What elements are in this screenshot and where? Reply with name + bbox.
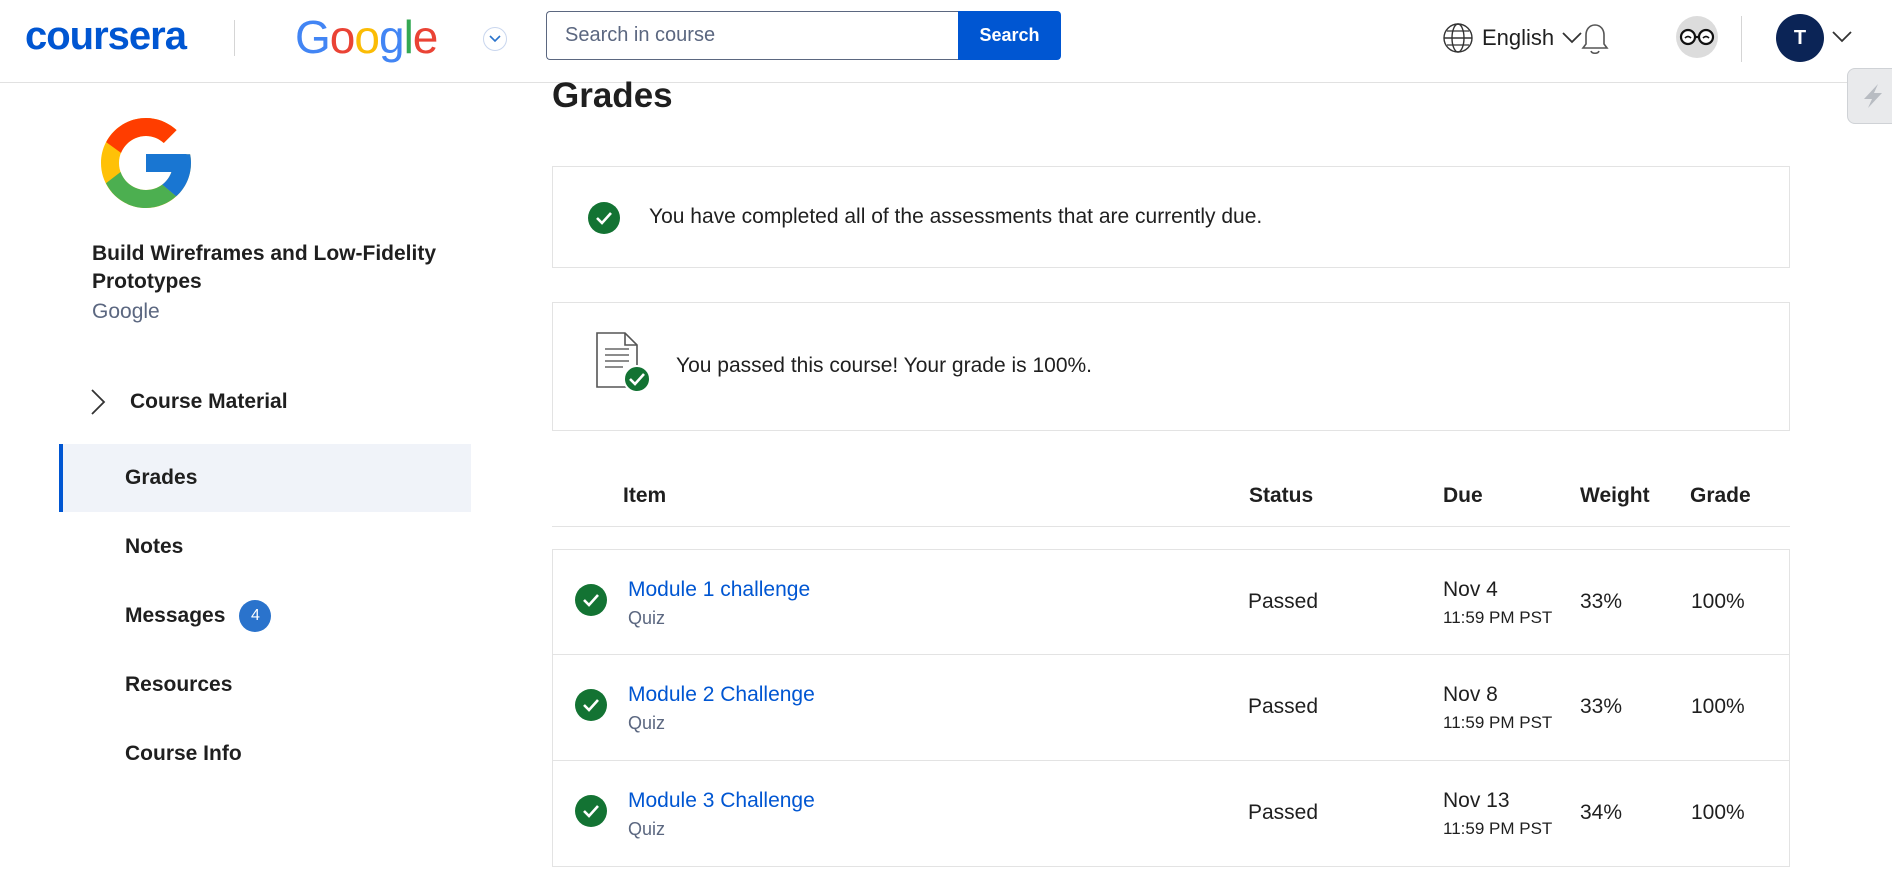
google-partner-logo[interactable]: Google [295,10,438,64]
due-time: 11:59 PM PST [1443,608,1553,627]
header-divider [234,20,235,56]
check-circle-icon [575,795,607,827]
course-passed-card: You passed this course! Your grade is 10… [552,302,1790,431]
status-value: Passed [1248,590,1319,613]
assignment-link[interactable]: Module 2 Challenge [628,683,815,707]
course-organization: Google [92,300,160,323]
assignment-link[interactable]: Module 3 Challenge [628,789,815,813]
sidebar-item-label: Course Info [125,742,242,765]
sidebar-item-course-info[interactable]: Course Info [59,720,471,788]
sidebar-item-notes[interactable]: Notes [59,513,471,581]
grade-value: 100% [1691,590,1745,613]
status-value: Passed [1248,801,1319,824]
side-panel-tab[interactable] [1847,68,1892,124]
chevron-down-icon[interactable] [1832,30,1852,48]
assessments-complete-card: You have completed all of the assessment… [552,166,1790,268]
sidebar-item-label: Grades [125,466,198,489]
partner-menu-chevron-icon[interactable] [483,27,507,51]
unread-count-badge: 4 [239,600,272,632]
page-title: Grades [552,76,673,115]
completed-message: You have completed all of the assessment… [649,205,1263,228]
course-google-logo [92,108,200,223]
coursera-logo[interactable]: coursera [25,14,187,59]
chevron-right-icon [91,389,106,415]
grade-value: 100% [1691,801,1745,824]
sidebar-item-grades[interactable]: Grades [59,444,471,512]
language-label: English [1482,25,1555,50]
due-date: Nov 4 [1443,578,1498,601]
grade-value: 100% [1691,695,1745,718]
due-date: Nov 13 [1443,789,1510,812]
language-selector[interactable]: English [1442,22,1582,54]
table-row: Module 3 Challenge Quiz Passed Nov 13 11… [552,761,1790,867]
course-title[interactable]: Build Wireframes and Low-Fidelity Protot… [92,240,452,296]
due-date: Nov 8 [1443,683,1498,706]
sidebar-item-messages[interactable]: Messages 4 [59,582,471,650]
assignment-type: Quiz [628,608,666,628]
sidebar-item-label: Notes [125,535,184,558]
column-header-due: Due [1443,484,1483,507]
table-row: Module 2 Challenge Quiz Passed Nov 8 11:… [552,655,1790,761]
check-circle-icon [575,584,607,616]
lightning-icon [1864,84,1882,108]
passed-message: You passed this course! Your grade is 10… [676,354,1093,377]
status-value: Passed [1248,695,1319,718]
table-row: Module 1 challenge Quiz Passed Nov 4 11:… [552,549,1790,655]
sidebar-item-resources[interactable]: Resources [59,651,471,719]
sidebar-item-label: Messages [125,604,226,627]
header-divider [1741,16,1742,62]
assignment-type: Quiz [628,819,666,839]
weight-value: 33% [1580,695,1623,718]
course-material-toggle[interactable]: Course Material [90,388,288,416]
course-search-input[interactable] [546,11,959,60]
column-header-grade: Grade [1690,484,1751,507]
assignment-link[interactable]: Module 1 challenge [628,578,810,602]
globe-icon [1443,23,1473,53]
assignment-type: Quiz [628,713,666,733]
check-circle-icon [588,202,620,234]
weight-value: 34% [1580,801,1623,824]
sidebar-item-label: Resources [125,673,233,696]
column-header-weight: Weight [1580,484,1650,507]
column-header-item: Item [623,484,667,507]
user-avatar[interactable]: T [1776,14,1824,62]
notifications-bell-icon[interactable] [1580,22,1610,61]
column-header-status: Status [1249,484,1314,507]
top-header: coursera Google Search English [0,0,1892,83]
grades-table-header: Item Status Due Weight Grade [552,470,1790,527]
course-material-label: Course Material [130,390,288,413]
due-time: 11:59 PM PST [1443,713,1553,732]
document-check-icon [596,332,651,393]
coach-avatar-icon[interactable] [1676,16,1718,58]
weight-value: 33% [1580,590,1623,613]
check-circle-icon [575,689,607,721]
due-time: 11:59 PM PST [1443,819,1553,838]
search-button[interactable]: Search [958,11,1061,60]
